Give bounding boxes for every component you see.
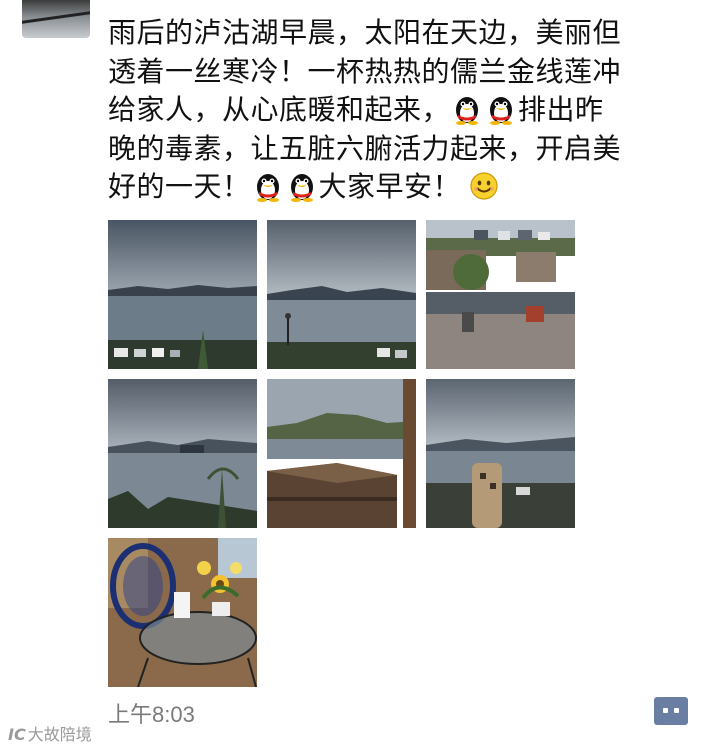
watermark-text: 大故陪境 (27, 725, 92, 744)
smiley-icon (469, 170, 499, 202)
post-text-line: 好的一天！ 大家早安！ (108, 168, 688, 207)
post-text-line: 透着一丝寒冷！一杯热热的儒兰金线莲冲 (108, 54, 622, 88)
watermark-logo: IC (8, 725, 26, 744)
watermark: IC 大故陪境 (8, 721, 92, 745)
lake-tower-photo[interactable] (426, 379, 575, 528)
rooftop-lake-photo[interactable] (267, 379, 416, 528)
courtyard-photo[interactable] (426, 220, 575, 369)
penguin-icon (287, 170, 317, 202)
post-text-line: 晚的毒素，让五脏六腑活力起来，开启美 (108, 131, 622, 165)
post-text-line: 给家人，从心底暖和起来， 排出昨 (108, 93, 604, 126)
penguin-icon (452, 93, 482, 125)
timestamp: 上午8:03 (108, 702, 195, 727)
comment-button[interactable] (654, 697, 688, 725)
post-text-line: 雨后的泸沽湖早晨，太阳在天边，美丽但 (108, 16, 622, 49)
lake-morning-photo[interactable] (108, 220, 257, 369)
penguin-icon (253, 170, 283, 202)
avatar[interactable] (22, 0, 90, 38)
lake-island-photo[interactable] (108, 379, 257, 528)
penguin-icon (486, 93, 516, 125)
flower-table-photo[interactable] (108, 538, 257, 687)
post-text: 雨后的泸沽湖早晨，太阳在天边，美丽但 透着一丝寒冷！一杯热热的儒兰金线莲冲 给家… (108, 14, 688, 207)
lake-shore-photo[interactable] (267, 220, 416, 369)
